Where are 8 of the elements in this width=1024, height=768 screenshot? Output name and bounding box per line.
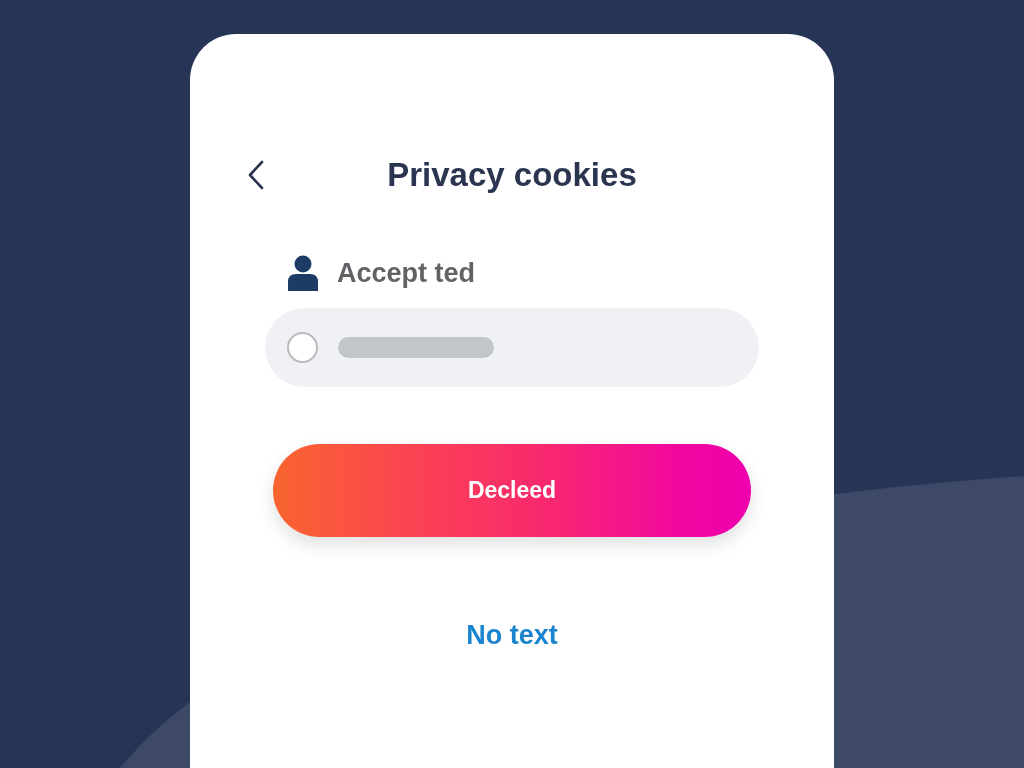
text-link[interactable]: No text — [466, 619, 558, 651]
radio-button[interactable] — [287, 332, 318, 363]
person-icon — [288, 255, 318, 291]
chevron-left-icon — [248, 160, 264, 190]
back-button[interactable] — [248, 160, 264, 190]
consent-label: Accept ted — [337, 257, 476, 290]
page-title: Privacy cookies — [387, 155, 637, 195]
primary-button[interactable]: Decleed — [273, 444, 751, 537]
